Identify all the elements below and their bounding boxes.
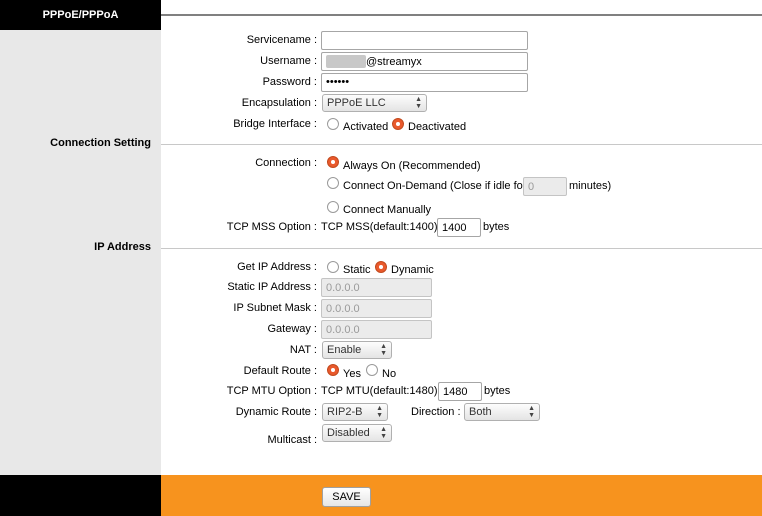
chevron-updown-icon: ▲ ▼ [376, 405, 383, 419]
username-input[interactable]: @streamyx [321, 52, 528, 71]
chevron-updown-icon: ▲ ▼ [528, 405, 535, 419]
subnet-mask-label: IP Subnet Mask : [233, 302, 317, 314]
chevron-updown-icon: ▲ ▼ [415, 96, 422, 110]
password-label: Password : [262, 76, 317, 88]
sidebar [0, 0, 161, 475]
save-button[interactable]: SAVE [322, 487, 371, 507]
section-header: PPPoE/PPPoA [0, 0, 161, 30]
connection-manual-label: Connect Manually [343, 204, 432, 216]
connection-always-on-label: Always On (Recommended) [343, 160, 481, 172]
default-route-no-label: No [382, 368, 397, 380]
bridge-interface-label: Bridge Interface : [233, 118, 317, 130]
default-route-label: Default Route : [243, 365, 317, 377]
footer-left [0, 475, 161, 516]
nat-value: Enable [327, 344, 362, 356]
encapsulation-value: PPPoE LLC [327, 97, 386, 109]
servicename-label: Servicename : [246, 34, 317, 46]
dynamic-route-value: RIP2-B [327, 406, 363, 418]
static-ip-label: Static IP Address : [227, 281, 317, 293]
connection-label: Connection : [255, 157, 317, 169]
password-input[interactable]: •••••• [321, 73, 528, 92]
direction-label: Direction : [411, 406, 461, 418]
static-ip-input[interactable] [321, 278, 432, 297]
subnet-mask-input[interactable] [321, 299, 432, 318]
bridge-deactivated-label: Deactivated [408, 121, 467, 133]
default-route-yes-label: Yes [343, 368, 361, 380]
connection-manual-radio[interactable] [327, 201, 339, 213]
dynamic-route-label: Dynamic Route : [235, 406, 317, 418]
tcp-mss-input[interactable] [437, 218, 481, 237]
footer-bar [161, 475, 762, 516]
default-route-no-radio[interactable] [366, 364, 378, 376]
default-route-yes-radio[interactable] [327, 364, 339, 376]
direction-value: Both [469, 406, 492, 418]
idle-minutes-input[interactable] [523, 177, 567, 196]
get-ip-label: Get IP Address : [237, 261, 317, 273]
tcp-mtu-input[interactable] [438, 382, 482, 401]
username-value: @streamyx [366, 56, 422, 68]
bridge-activated-radio[interactable] [327, 118, 339, 130]
divider [161, 248, 762, 249]
divider [161, 144, 762, 145]
connection-always-on-radio[interactable] [327, 156, 339, 168]
tcp-mtu-label: TCP MTU Option : [226, 385, 317, 397]
servicename-input[interactable] [321, 31, 528, 50]
multicast-label: Multicast : [267, 434, 317, 446]
encapsulation-select[interactable]: PPPoE LLC ▲ ▼ [322, 94, 427, 112]
ip-address-heading: IP Address [94, 241, 151, 253]
get-ip-dynamic-label: Dynamic [391, 264, 434, 276]
get-ip-static-radio[interactable] [327, 261, 339, 273]
encapsulation-label: Encapsulation : [241, 97, 317, 109]
username-label: Username : [260, 55, 317, 67]
nat-select[interactable]: Enable ▲ ▼ [322, 341, 392, 359]
dynamic-route-select[interactable]: RIP2-B ▲ ▼ [322, 403, 388, 421]
get-ip-static-label: Static [343, 264, 371, 276]
tcp-mss-default: TCP MSS(default:1400) [321, 221, 438, 233]
connection-setting-heading: Connection Setting [50, 137, 151, 149]
bridge-deactivated-radio[interactable] [392, 118, 404, 130]
redacted-username [326, 55, 366, 68]
tcp-mtu-unit: bytes [484, 385, 511, 397]
idle-minutes-unit: minutes) [569, 180, 612, 192]
tcp-mss-label: TCP MSS Option : [226, 221, 317, 233]
multicast-value: Disabled [327, 427, 370, 439]
tcp-mtu-default: TCP MTU(default:1480) [321, 385, 438, 397]
nat-label: NAT : [289, 344, 317, 356]
gateway-input[interactable] [321, 320, 432, 339]
tcp-mss-unit: bytes [483, 221, 510, 233]
gateway-label: Gateway : [267, 323, 317, 335]
chevron-updown-icon: ▲ ▼ [380, 426, 387, 440]
header-divider [161, 14, 762, 16]
connection-on-demand-label: Connect On-Demand (Close if idle for [343, 180, 527, 192]
bridge-activated-label: Activated [343, 121, 389, 133]
multicast-select[interactable]: Disabled ▲ ▼ [322, 424, 392, 442]
chevron-updown-icon: ▲ ▼ [380, 343, 387, 357]
section-title: PPPoE/PPPoA [42, 9, 119, 21]
connection-on-demand-radio[interactable] [327, 177, 339, 189]
get-ip-dynamic-radio[interactable] [375, 261, 387, 273]
direction-select[interactable]: Both ▲ ▼ [464, 403, 540, 421]
